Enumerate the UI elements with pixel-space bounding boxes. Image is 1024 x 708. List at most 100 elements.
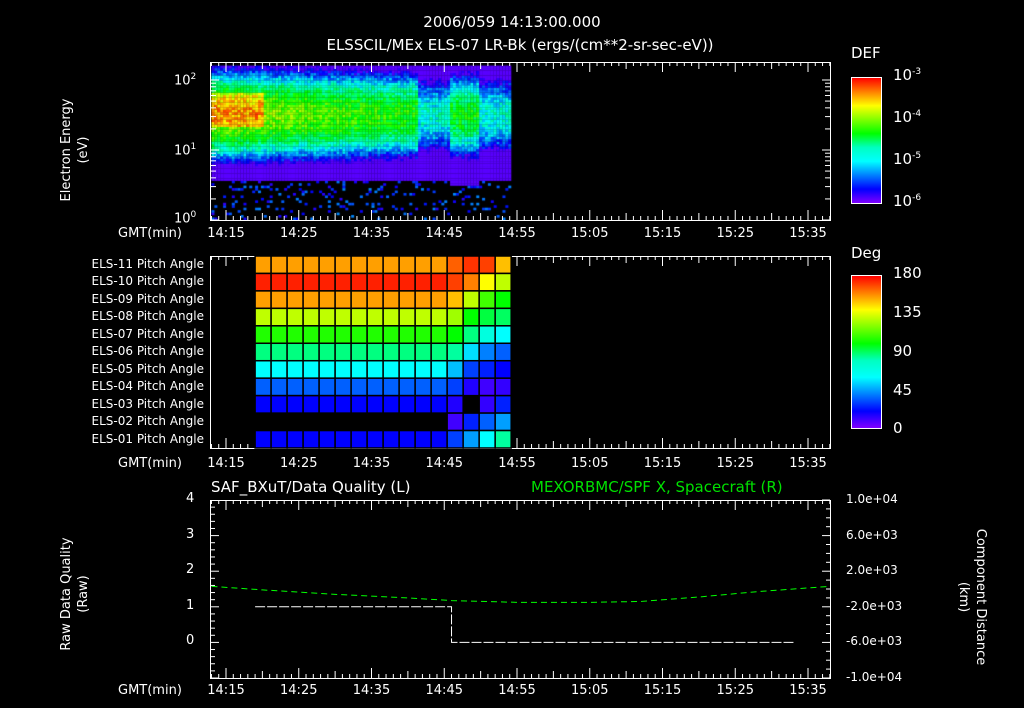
pitch-angle-cell [366, 272, 384, 292]
time-tick-label: 14:35 [352, 226, 391, 241]
quality-series-line [255, 606, 794, 643]
pitch-angle-cell [414, 272, 432, 292]
pitch-angle-cell [430, 377, 448, 397]
time-tick-label: 15:15 [643, 226, 682, 241]
pitch-angle-cell [414, 342, 432, 362]
time-tick-label: 15:25 [716, 456, 754, 471]
pitch-angle-cell [318, 359, 336, 379]
pitch-angle-cell [334, 272, 352, 292]
pitch-angle-cell [494, 359, 512, 379]
time-tick-label: 14:25 [280, 226, 318, 241]
pitch-angle-cell [350, 290, 368, 310]
pitch-angle-cell [350, 394, 368, 414]
pitch-angle-cell [478, 272, 496, 292]
time-tick-label: 14:45 [425, 683, 463, 698]
pitch-angle-cell [494, 429, 512, 449]
pitch-angle-cell [334, 307, 352, 327]
pitch-angle-cell [446, 394, 464, 414]
pitch-angle-cell [446, 412, 464, 432]
pitch-angle-cell [430, 429, 448, 449]
pitch-angle-cell [382, 272, 400, 292]
pitch-angle-cell [302, 429, 320, 449]
pitch-angle-cell [366, 255, 384, 275]
pitch-angle-cell [478, 377, 496, 397]
pitch-angle-cell [398, 307, 416, 327]
pitch-angle-cell [366, 342, 384, 362]
pitch-angle-cell [430, 325, 448, 345]
pitch-angle-cell [270, 359, 288, 379]
time-tick-label: 14:25 [280, 456, 318, 471]
pitch-angle-cell [446, 325, 464, 345]
pitch-angle-cell [270, 394, 288, 414]
pitch-angle-cell [318, 325, 336, 345]
pitch-angle-cell [318, 342, 336, 362]
pitch-angle-cell [302, 325, 320, 345]
pitch-angle-cell [366, 429, 384, 449]
pitch-angle-cell [318, 307, 336, 327]
pitch-angle-cell [414, 290, 432, 310]
pitch-angle-cell [302, 377, 320, 397]
pitch-angle-cell [270, 255, 288, 275]
time-tick-label: 14:25 [280, 683, 318, 698]
pitch-angle-cell [270, 325, 288, 345]
pitch-angle-cell [254, 394, 272, 414]
pitch-angle-cell [446, 272, 464, 292]
pitch-angle-cell [446, 255, 464, 275]
time-tick-label: 14:15 [207, 456, 245, 471]
pitch-angle-cell [398, 272, 416, 292]
pitch-angle-cell [382, 325, 400, 345]
time-tick-label: 15:15 [643, 456, 682, 471]
pitch-angle-cell [462, 359, 480, 379]
time-tick-label: 14:35 [352, 683, 391, 698]
pitch-angle-cell [254, 272, 272, 292]
chart-overlay [210, 62, 831, 679]
pitch-angle-cell [334, 377, 352, 397]
pitch-angle-cell [494, 342, 512, 362]
pitch-angle-cell [350, 342, 368, 362]
pitch-angle-cell [494, 307, 512, 327]
pitch-angle-cell [494, 290, 512, 310]
pitch-angle-cell [350, 429, 368, 449]
pitch-angle-cell [302, 255, 320, 275]
pitch-angle-cell [494, 272, 512, 292]
pitch-angle-cell [398, 342, 416, 362]
pitch-angle-cell [478, 307, 496, 327]
pitch-angle-cell [398, 359, 416, 379]
pitch-angle-cell [286, 290, 304, 310]
pitch-angle-cell [318, 377, 336, 397]
pitch-angle-cell [478, 412, 496, 432]
pitch-angle-cell [494, 394, 512, 414]
pitch-angle-cell [334, 394, 352, 414]
pitch-angle-cell [414, 377, 432, 397]
pitch-angle-cell [414, 359, 432, 379]
time-tick-label: 15:05 [571, 683, 609, 698]
time-tick-label: 15:35 [789, 226, 827, 241]
pitch-angle-cell [382, 429, 400, 449]
pitch-angle-cell [286, 342, 304, 362]
time-tick-label: 14:15 [207, 226, 245, 241]
pitch-angle-cell [494, 325, 512, 345]
pitch-angle-cell [478, 359, 496, 379]
pitch-angle-cell [366, 377, 384, 397]
pitch-angle-cell [366, 290, 384, 310]
pitch-angle-cell [286, 255, 304, 275]
pitch-angle-cell [382, 255, 400, 275]
pitch-angle-cell [366, 359, 384, 379]
pitch-angle-cell [382, 342, 400, 362]
pitch-angle-cell [494, 255, 512, 275]
pitch-angle-cell [318, 272, 336, 292]
pitch-angle-cell [478, 325, 496, 345]
pitch-angle-cell [414, 394, 432, 414]
pitch-angle-cell [494, 412, 512, 432]
pitch-angle-cell [254, 359, 272, 379]
pitch-angle-cell [398, 377, 416, 397]
pitch-angle-cell [334, 429, 352, 449]
pitch-angle-cell [350, 325, 368, 345]
pitch-angle-cell [366, 394, 384, 414]
pitch-angle-cell [270, 342, 288, 362]
pitch-angle-cell [302, 307, 320, 327]
pitch-angle-cell [462, 307, 480, 327]
time-tick-label: 14:55 [498, 683, 536, 698]
pitch-angle-cell [398, 290, 416, 310]
pitch-angle-cell [270, 272, 288, 292]
